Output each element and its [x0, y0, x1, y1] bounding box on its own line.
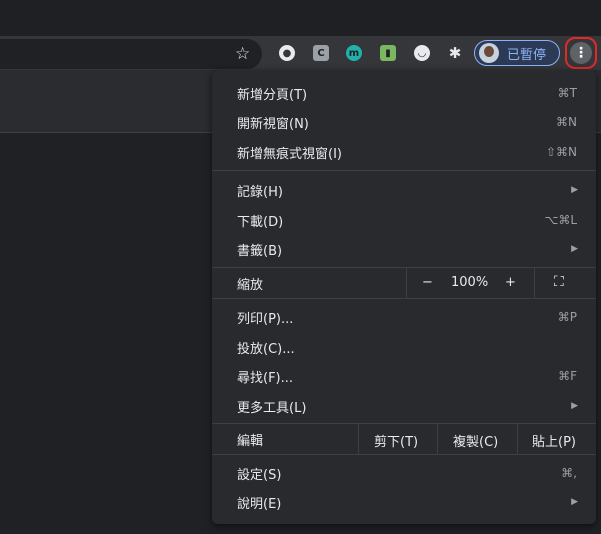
- fullscreen-icon[interactable]: ⛶: [554, 274, 564, 290]
- submenu-arrow-icon: ▶: [571, 497, 578, 507]
- chrome-main-menu: 新增分頁(T) ⌘T 開新視窗(N) ⌘N 新增無痕式視窗(I) ⇧⌘N 記錄(…: [212, 70, 596, 524]
- menu-separator: [212, 298, 596, 299]
- edit-label: 編輯: [237, 433, 264, 449]
- extension-m-icon[interactable]: m: [346, 45, 362, 61]
- menu-item-label: 說明(E): [237, 496, 282, 512]
- menu-separator: [212, 454, 596, 455]
- zoom-out-button[interactable]: −: [422, 275, 433, 290]
- paste-button[interactable]: 貼上(P): [532, 431, 576, 450]
- menu-item-label: 開新視窗(N): [237, 116, 309, 132]
- bookmark-star-icon[interactable]: ☆: [235, 43, 250, 65]
- menu-item-label: 下載(D): [237, 214, 284, 230]
- menu-item-find[interactable]: 尋找(F)... ⌘F: [212, 361, 596, 391]
- menu-item-shortcut: ⇧⌘N: [545, 145, 577, 159]
- menu-row-zoom: 縮放: [212, 268, 596, 298]
- submenu-arrow-icon: ▶: [571, 185, 578, 195]
- cut-button[interactable]: 剪下(T): [374, 431, 418, 450]
- avatar: [479, 43, 499, 63]
- menu-item-shortcut: ⌘N: [556, 115, 577, 129]
- extension-face-icon[interactable]: ◡: [414, 45, 430, 61]
- puzzle-icon[interactable]: ✱: [447, 44, 463, 62]
- submenu-arrow-icon: ▶: [571, 401, 578, 411]
- menu-item-label: 列印(P)...: [237, 311, 294, 327]
- menu-item-label: 尋找(F)...: [237, 370, 294, 386]
- menu-item-shortcut: ⌘T: [557, 86, 577, 100]
- menu-item-shortcut: ⌘P: [557, 310, 577, 324]
- menu-item-shortcut: ⌘,: [561, 466, 577, 480]
- zoom-level-value: 100%: [451, 275, 489, 290]
- extension-bookmark-icon[interactable]: ▮: [380, 45, 396, 61]
- menu-item-label: 設定(S): [237, 467, 282, 483]
- menu-item-downloads[interactable]: 下載(D) ⌥⌘L: [212, 205, 596, 235]
- profile-button[interactable]: 已暫停: [474, 40, 560, 66]
- extension-c-icon[interactable]: C: [313, 45, 329, 61]
- menu-item-shortcut: ⌘F: [558, 369, 577, 383]
- menu-separator: [212, 170, 596, 171]
- address-bar[interactable]: [0, 39, 262, 69]
- menu-item-new-window[interactable]: 開新視窗(N) ⌘N: [212, 107, 596, 137]
- profile-status-label: 已暫停: [507, 47, 547, 63]
- zoom-label: 縮放: [237, 277, 264, 293]
- edit-divider: [437, 424, 438, 454]
- menu-item-incognito[interactable]: 新增無痕式視窗(I) ⇧⌘N: [212, 137, 596, 167]
- chrome-menu-button[interactable]: ⋮: [565, 37, 597, 69]
- menu-item-settings[interactable]: 設定(S) ⌘,: [212, 458, 596, 488]
- zoom-in-button[interactable]: +: [505, 275, 516, 290]
- menu-item-label: 新增無痕式視窗(I): [237, 146, 342, 162]
- menu-item-label: 投放(C)...: [237, 341, 295, 357]
- menu-item-bookmarks[interactable]: 書籤(B) ▶: [212, 234, 596, 264]
- menu-item-shortcut: ⌥⌘L: [544, 213, 577, 227]
- copy-button[interactable]: 複製(C): [453, 431, 498, 450]
- menu-item-label: 記錄(H): [237, 184, 283, 200]
- menu-item-label: 更多工具(L): [237, 400, 307, 416]
- edit-divider: [358, 424, 359, 454]
- submenu-arrow-icon: ▶: [571, 244, 578, 254]
- menu-item-more-tools[interactable]: 更多工具(L) ▶: [212, 391, 596, 421]
- extension-1-icon[interactable]: ●: [279, 45, 295, 61]
- menu-item-print[interactable]: 列印(P)... ⌘P: [212, 302, 596, 332]
- menu-item-help[interactable]: 說明(E) ▶: [212, 487, 596, 517]
- window-top-strip: [0, 0, 601, 36]
- zoom-divider: [534, 268, 535, 298]
- edit-divider: [517, 424, 518, 454]
- more-vert-icon: ⋮: [570, 42, 592, 64]
- menu-item-new-tab[interactable]: 新增分頁(T) ⌘T: [212, 78, 596, 108]
- menu-item-history[interactable]: 記錄(H) ▶: [212, 175, 596, 205]
- zoom-divider: [406, 268, 407, 298]
- menu-item-cast[interactable]: 投放(C)...: [212, 332, 596, 362]
- menu-item-label: 新增分頁(T): [237, 87, 308, 103]
- menu-item-label: 書籤(B): [237, 243, 283, 259]
